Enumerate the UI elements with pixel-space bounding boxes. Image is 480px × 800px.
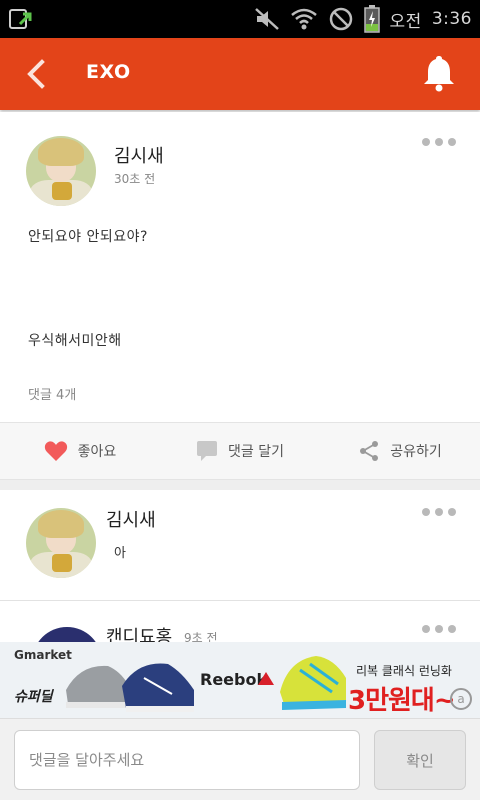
comment-count[interactable]: 댓글 4개 xyxy=(28,384,76,403)
section-divider xyxy=(0,480,480,490)
heart-icon xyxy=(44,441,67,461)
share-button[interactable]: 공유하기 xyxy=(320,423,480,479)
battery-charging-icon xyxy=(363,5,380,33)
post-text-line1: 안되요야 안되요야? xyxy=(28,229,148,245)
post-actions: 좋아요 댓글 달기 공유하기 xyxy=(0,422,480,480)
page-title: EXO xyxy=(86,61,131,83)
post-card: 김시새 30초 전 안되요야 안되요야? 우식해서미안해 댓글 4개 xyxy=(0,112,480,422)
ad-banner[interactable]: Gmarket 슈퍼딜 Reebok 리복 클래식 런닝화 3만원대~ a xyxy=(0,642,480,718)
more-options-icon[interactable] xyxy=(422,508,456,518)
mute-icon xyxy=(254,8,279,30)
comment-text: 아 xyxy=(114,546,127,561)
more-options-icon[interactable] xyxy=(422,625,456,635)
like-label: 좋아요 xyxy=(77,444,117,460)
comment-bubble-icon xyxy=(197,441,217,461)
avatar[interactable] xyxy=(26,508,96,578)
ad-info-icon[interactable]: a xyxy=(450,688,472,710)
comment-time: 9초 전 xyxy=(184,631,218,642)
post-text-line2: 우식해서미안해 xyxy=(28,333,122,349)
post-author[interactable]: 김시새 xyxy=(114,142,164,168)
wifi-icon xyxy=(290,8,317,30)
app-bar: EXO xyxy=(0,38,480,110)
download-icon xyxy=(9,9,32,29)
like-button[interactable]: 좋아요 xyxy=(0,423,160,479)
ad-brand-superdeal: 슈퍼딜 xyxy=(14,689,53,705)
shoe-image xyxy=(66,663,194,712)
ad-price: 3만원대~ xyxy=(348,686,456,716)
comment-button[interactable]: 댓글 달기 xyxy=(160,423,320,479)
ad-headline: 리복 클래식 런닝화 xyxy=(356,664,452,678)
comment-author[interactable]: 캔디됴홍 xyxy=(106,623,172,642)
share-label: 공유하기 xyxy=(390,444,442,460)
back-chevron-icon[interactable] xyxy=(22,56,52,92)
comment-item: 김시새 아 xyxy=(0,490,480,601)
comment-label: 댓글 달기 xyxy=(228,444,284,460)
no-signal-icon xyxy=(329,7,352,31)
comment-input[interactable] xyxy=(14,730,360,790)
avatar[interactable] xyxy=(26,136,96,206)
avatar[interactable] xyxy=(32,627,102,642)
share-icon xyxy=(360,441,379,461)
reebok-logo-icon xyxy=(258,672,274,685)
status-time: 3:36 xyxy=(431,9,472,29)
status-ampm: 오전 xyxy=(389,11,422,32)
comment-input-bar: 확인 xyxy=(0,718,480,800)
status-bar: 오전 3:36 xyxy=(0,0,480,38)
confirm-button[interactable]: 확인 xyxy=(374,730,466,790)
comment-item: 캔디됴홍 9초 전 xyxy=(0,601,480,642)
running-shoe-image xyxy=(280,656,346,710)
post-time: 30초 전 xyxy=(114,172,156,186)
more-options-icon[interactable] xyxy=(422,138,456,148)
comment-author[interactable]: 김시새 xyxy=(106,506,156,532)
bell-icon[interactable] xyxy=(422,54,456,92)
